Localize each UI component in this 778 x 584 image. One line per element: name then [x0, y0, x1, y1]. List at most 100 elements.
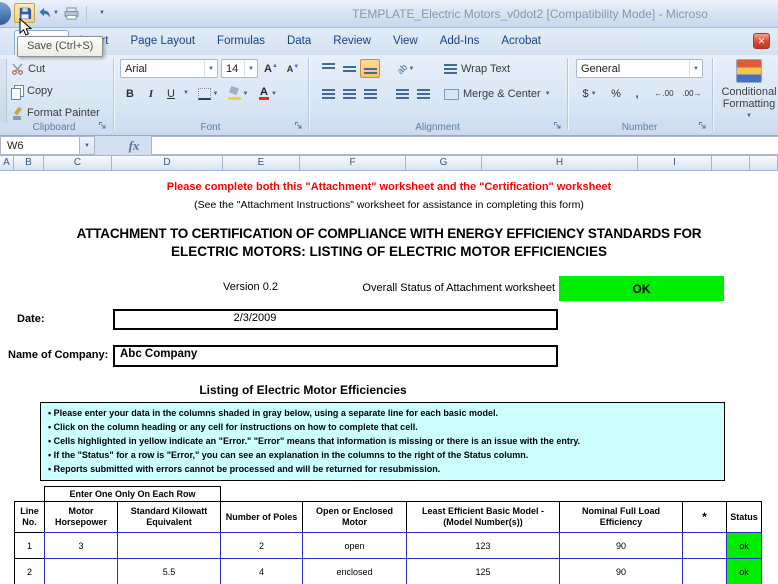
chevron-down-icon[interactable]: ▼	[689, 60, 702, 77]
align-center-button[interactable]	[339, 84, 359, 103]
header-star[interactable]: *	[682, 501, 727, 533]
number-format-combo[interactable]: General ▼	[576, 59, 703, 78]
tab-view[interactable]: View	[382, 30, 429, 55]
percent-format-button[interactable]: %	[606, 84, 626, 103]
company-field[interactable]: Abc Company	[113, 345, 558, 367]
chevron-down-icon[interactable]: ▼	[204, 60, 217, 77]
print-button[interactable]	[61, 3, 82, 23]
align-right-button[interactable]	[360, 84, 380, 103]
cell-horsepower[interactable]: 3	[44, 532, 118, 559]
undo-button[interactable]: ▼	[36, 3, 60, 23]
header-open-enclosed[interactable]: Open or Enclosed Motor	[302, 501, 407, 533]
cut-button[interactable]: Cut	[11, 59, 45, 79]
name-box-value: W6	[7, 140, 24, 152]
font-size-combo[interactable]: 14 ▼	[221, 59, 258, 78]
align-middle-button[interactable]	[339, 59, 359, 78]
increase-decimal-button[interactable]: ←.00	[651, 84, 677, 103]
cell-kilowatt[interactable]: 5.5	[117, 558, 221, 584]
orientation-button[interactable]: ab▼	[392, 59, 419, 78]
column-header-a[interactable]: A	[0, 156, 14, 171]
comma-format-button[interactable]: ,	[627, 84, 647, 103]
fill-color-button[interactable]: ▼	[224, 84, 252, 103]
column-header-h[interactable]: H	[482, 156, 638, 171]
group-divider	[113, 58, 114, 130]
header-standard-kilowatt[interactable]: Standard Kilowatt Equivalent	[117, 501, 221, 533]
header-number-of-poles[interactable]: Number of Poles	[220, 501, 303, 533]
increase-indent-button[interactable]	[413, 84, 433, 103]
column-header-j[interactable]	[712, 156, 750, 171]
name-box[interactable]: W6	[0, 136, 80, 155]
cell-open-enclosed[interactable]: open	[302, 532, 407, 559]
formula-input[interactable]	[151, 136, 778, 155]
column-header-f[interactable]: F	[300, 156, 406, 171]
chevron-down-icon[interactable]: ▼	[244, 60, 257, 77]
underline-button[interactable]: U	[161, 84, 181, 103]
header-nominal-efficiency[interactable]: Nominal Full Load Efficiency	[559, 501, 683, 533]
date-field[interactable]: 2/3/2009	[113, 309, 558, 330]
column-header-k[interactable]	[750, 156, 778, 171]
office-button[interactable]	[0, 2, 11, 25]
shrink-font-button[interactable]: A▼	[283, 59, 303, 78]
cell-model[interactable]: 125	[406, 558, 560, 584]
paste-button-partial[interactable]	[0, 59, 7, 123]
align-top-icon	[322, 63, 335, 74]
tab-add-ins[interactable]: Add-Ins	[429, 30, 491, 55]
wrap-text-button[interactable]: Wrap Text	[444, 59, 510, 79]
header-least-efficient-model[interactable]: Least Efficient Basic Model - (Model Num…	[406, 501, 560, 533]
font-color-button[interactable]: A▼	[254, 84, 282, 103]
column-header-e[interactable]: E	[223, 156, 300, 171]
insert-function-button[interactable]: fx	[117, 136, 151, 155]
bold-button[interactable]: B	[120, 84, 140, 103]
merge-center-button[interactable]: Merge & Center ▼	[444, 84, 551, 104]
header-line-no[interactable]: Line No.	[14, 501, 45, 533]
borders-button[interactable]: ▼	[194, 84, 222, 103]
cell-poles[interactable]: 2	[220, 532, 303, 559]
column-header-c[interactable]: C	[44, 156, 112, 171]
align-top-button[interactable]	[318, 59, 338, 78]
cell-horsepower[interactable]	[44, 558, 118, 584]
header-status[interactable]: Status	[726, 501, 762, 533]
format-painter-button[interactable]: Format Painter	[11, 103, 100, 123]
cell-poles[interactable]: 4	[220, 558, 303, 584]
cell-model[interactable]: 123	[406, 532, 560, 559]
cell-efficiency[interactable]: 90	[559, 532, 683, 559]
tab-review[interactable]: Review	[322, 30, 382, 55]
copy-button[interactable]: Copy	[11, 81, 53, 101]
tab-acrobat[interactable]: Acrobat	[490, 30, 552, 55]
align-left-button[interactable]	[318, 84, 338, 103]
cell-line-no[interactable]: 1	[14, 532, 45, 559]
column-header-g[interactable]: G	[406, 156, 482, 171]
decrease-decimal-button[interactable]: .00→	[679, 84, 705, 103]
column-header-i[interactable]: I	[638, 156, 712, 171]
font-name-combo[interactable]: Arial ▼	[120, 59, 218, 78]
cell-kilowatt[interactable]	[117, 532, 221, 559]
name-box-dropdown[interactable]: ▼	[80, 136, 95, 155]
decrease-indent-button[interactable]	[392, 84, 412, 103]
conditional-formatting-button[interactable]: Conditional Formatting ▼	[716, 59, 778, 119]
number-dialog-launcher[interactable]	[696, 119, 709, 132]
workbook-close-button[interactable]: ✕	[753, 33, 770, 49]
cell-line-no[interactable]: 2	[14, 558, 45, 584]
span-header-cell[interactable]: Enter One Only On Each Row	[44, 486, 221, 502]
alignment-dialog-launcher[interactable]	[551, 119, 564, 132]
column-header-b[interactable]: B	[14, 156, 44, 171]
currency-format-button[interactable]: $▼	[576, 84, 603, 103]
italic-button[interactable]: I	[141, 84, 161, 103]
undo-dropdown-icon[interactable]: ▼	[53, 10, 59, 16]
underline-dropdown-icon[interactable]: ▼	[183, 90, 189, 96]
tab-data[interactable]: Data	[276, 30, 322, 55]
header-motor-horsepower[interactable]: Motor Horsepower	[44, 501, 118, 533]
tab-page-layout[interactable]: Page Layout	[119, 30, 206, 55]
cell-star[interactable]	[682, 558, 727, 584]
cell-open-enclosed[interactable]: enclosed	[302, 558, 407, 584]
font-dialog-launcher[interactable]	[292, 119, 305, 132]
grow-font-button[interactable]: A▲	[261, 59, 281, 78]
clipboard-dialog-launcher[interactable]	[96, 119, 109, 132]
cell-star[interactable]	[682, 532, 727, 559]
qat-customize-button[interactable]: ▼	[91, 3, 112, 23]
tab-formulas[interactable]: Formulas	[206, 30, 276, 55]
date-value: 2/3/2009	[115, 312, 395, 324]
column-header-d[interactable]: D	[112, 156, 223, 171]
align-bottom-button[interactable]	[360, 59, 380, 78]
cell-efficiency[interactable]: 90	[559, 558, 683, 584]
